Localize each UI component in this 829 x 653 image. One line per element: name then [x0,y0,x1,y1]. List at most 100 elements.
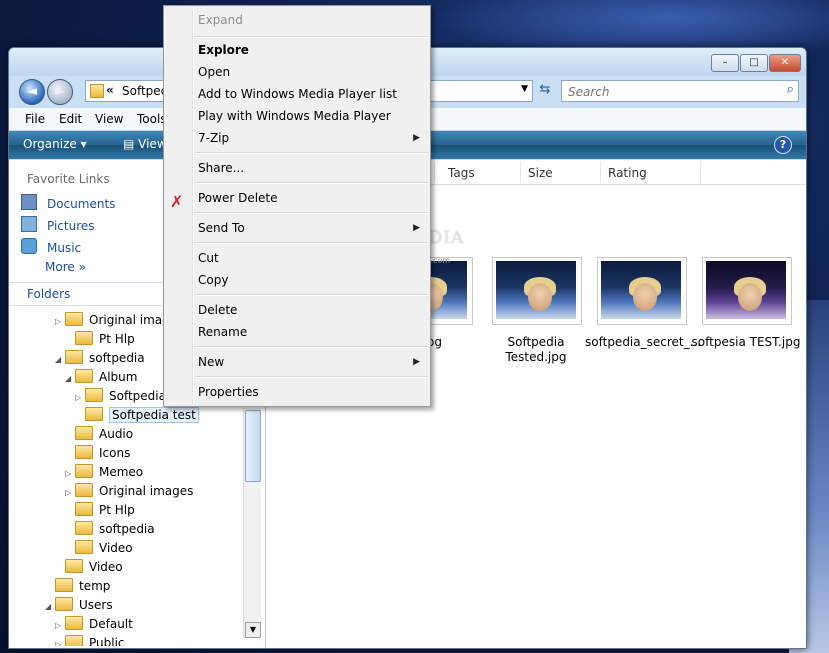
favorite-documents[interactable]: Documents [21,194,115,212]
menu-item-play-with-wmp[interactable]: Play with Windows Media Player [198,106,391,126]
menu-separator [195,182,428,184]
forward-button[interactable]: ► [47,79,73,105]
menu-item-send-to[interactable]: Send To [198,218,245,238]
collapsed-arrow-icon[interactable]: ▷ [65,484,75,502]
menu-edit[interactable]: Edit [59,112,82,126]
tree-item[interactable]: temp [45,577,110,595]
favorite-more[interactable]: More » [45,260,86,278]
breadcrumb[interactable]: Softpec [122,84,167,98]
breadcrumb-overflow[interactable]: « [106,83,114,97]
favorite-music[interactable]: Music [21,238,81,256]
menu-item-copy[interactable]: Copy [198,270,228,290]
folder-icon [85,388,103,402]
tree-item[interactable]: Video [65,539,133,557]
music-icon [21,238,37,254]
thumbnail-image [601,261,681,319]
refresh-icon[interactable]: ⇆ [535,82,555,100]
search-input[interactable] [566,84,770,100]
file-name[interactable]: Softpedia Tested.jpg [480,335,592,365]
folder-icon [90,84,104,98]
menu-item-open[interactable]: Open [198,62,230,82]
menu-item-7zip[interactable]: 7-Zip [198,128,420,148]
tree-item[interactable]: ▷ Softpedia [75,387,166,405]
tree-item[interactable]: Audio [65,425,133,443]
column-rating[interactable]: Rating [608,166,647,180]
menu-item-rename[interactable]: Rename [198,322,247,342]
thumbnail-image [706,261,786,319]
folder-icon [55,578,73,592]
menu-item-share[interactable]: Share... [198,158,244,178]
collapsed-arrow-icon[interactable]: ▷ [55,617,65,635]
expanded-arrow-icon[interactable]: ◢ [55,351,65,369]
tree-item[interactable]: ◢ Users [45,596,113,614]
search-box: ⌕ [561,80,799,102]
chevron-down-icon[interactable]: ▼ [521,84,528,94]
tree-item-label: Memeo [99,465,144,479]
documents-icon [21,194,37,210]
folder-icon [75,426,93,440]
file-thumbnail[interactable] [492,257,582,325]
tree-item[interactable]: Pt Hlp [65,330,135,348]
menu-item-new[interactable]: New [198,352,224,372]
tree-item[interactable]: Video [55,558,123,576]
file-thumbnail[interactable] [597,257,687,325]
file-name[interactable]: softpedia_secret_... [585,335,701,350]
organize-button[interactable]: Organize ▾ [23,137,87,151]
tree-item[interactable]: Pt Hlp [65,501,135,519]
file-name[interactable]: softpesia TEST.jpg [690,335,802,350]
tree-item-label: Album [99,370,138,384]
menu-item-explore[interactable]: Explore [198,40,249,60]
tree-item-label: Video [99,541,133,555]
expanded-arrow-icon[interactable]: ◢ [65,370,75,388]
folder-icon [75,445,93,459]
expanded-arrow-icon[interactable]: ◢ [45,598,55,616]
favorite-label: Pictures [47,219,95,233]
tree-item[interactable]: softpedia [65,520,155,538]
tree-item[interactable]: ◢ softpedia [55,349,145,367]
menu-item-cut[interactable]: Cut [198,248,219,268]
help-icon[interactable]: ? [774,136,792,154]
vertical-scrollbar[interactable]: ▼ [243,408,261,638]
menu-item-add-to-wmp-list[interactable]: Add to Windows Media Player list [198,84,397,104]
search-icon[interactable]: ⌕ [787,82,794,97]
menu-item-expand: Expand [198,13,243,27]
tree-item[interactable]: Softpedia test [75,406,199,424]
menu-file[interactable]: File [25,112,45,126]
folder-icon [65,559,83,573]
column-tags[interactable]: Tags [448,166,475,180]
menu-separator [195,294,428,296]
tree-item[interactable]: ▷ Default [55,615,133,633]
file-thumbnail[interactable] [702,257,792,325]
back-button[interactable]: ◄ [19,79,45,105]
folders-header-label: Folders [27,287,71,301]
context-menu: Expand Explore Open Add to Windows Media… [163,5,431,407]
close-button[interactable]: ✕ [769,54,801,72]
tree-item[interactable]: ◢ Album [65,368,137,386]
scrollbar-thumb[interactable] [245,410,261,482]
collapsed-arrow-icon[interactable]: ▷ [75,389,85,407]
menu-item-properties[interactable]: Properties [198,382,259,402]
collapsed-arrow-icon[interactable]: ▷ [65,465,75,483]
folder-icon [65,312,83,326]
folder-icon [75,483,93,497]
column-size[interactable]: Size [528,166,553,180]
scroll-down-arrow[interactable]: ▼ [245,622,261,638]
collapsed-arrow-icon[interactable]: ▷ [55,636,65,646]
menu-item-power-delete[interactable]: Power Delete [198,188,278,208]
menu-item-delete[interactable]: Delete [198,300,237,320]
tree-item-label: Public [89,636,125,646]
favorite-links-header: Favorite Links [27,172,110,186]
menu-view[interactable]: View [95,112,123,126]
tree-item-label: softpedia [89,351,145,365]
tree-item-label: softpedia [99,522,155,536]
collapsed-arrow-icon[interactable]: ▷ [55,313,65,331]
maximize-button[interactable]: □ [740,54,768,72]
tree-item[interactable]: Icons [65,444,130,462]
minimize-button[interactable]: – [711,54,739,72]
tree-item[interactable]: ▷ Public [55,634,125,646]
folder-icon [75,464,93,478]
tree-item[interactable]: ▷ Original images [65,482,193,500]
folder-icon [75,521,93,535]
tree-item[interactable]: ▷ Memeo [65,463,143,481]
favorite-pictures[interactable]: Pictures [21,216,95,234]
